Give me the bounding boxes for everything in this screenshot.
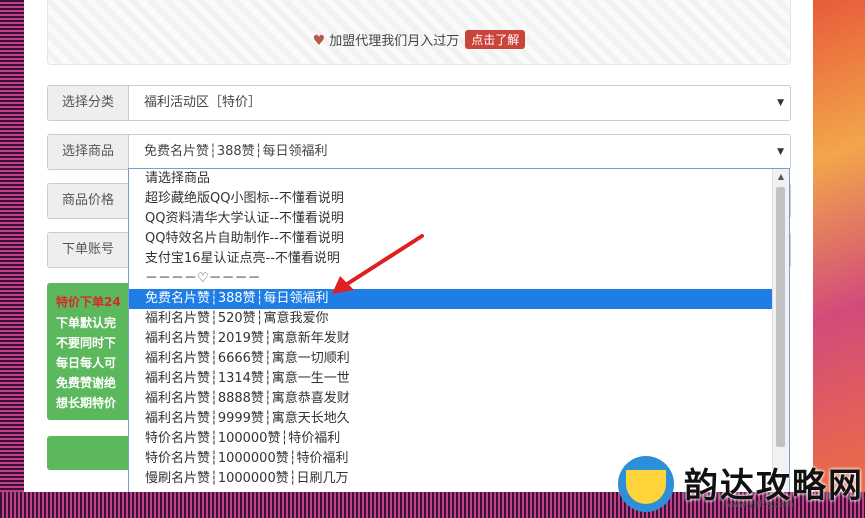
category-select[interactable]: 选择分类 福利活动区［特价］ ▼ — [47, 85, 791, 121]
heart-icon: ♥ — [312, 33, 326, 49]
banner-text: 加盟代理我们月入过万 — [329, 34, 460, 49]
scroll-up-icon[interactable]: ▲ — [773, 172, 789, 181]
dropdown-separator: －－－－♡－－－－ — [145, 271, 261, 286]
dropdown-option[interactable]: 特价名片赞┆100000赞┆特价福利 — [129, 429, 773, 449]
notice-line: 下单默认完 — [56, 316, 117, 330]
dropdown-option[interactable]: QQ资料清华大学认证--不懂看说明 — [129, 209, 773, 229]
dropdown-option[interactable]: 福利名片赞┆2019赞┆寓意新年发财 — [129, 329, 773, 349]
account-label: 下单账号 — [48, 233, 129, 267]
price-label: 商品价格 — [48, 184, 129, 218]
notice-line: 不要同时下 — [56, 336, 117, 350]
dropdown-option[interactable]: QQ特效名片自助制作--不懂看说明 — [129, 229, 773, 249]
product-select[interactable]: 选择商品 免费名片赞┆388赞┆每日领福利 ▼ — [47, 134, 791, 170]
notice-box: 特价下单24 下单默认完 不要同时下 每日每人可 免费赞谢绝 想长期特价 — [47, 283, 129, 420]
dropdown-scrollbar[interactable]: ▲ — [772, 169, 789, 493]
watermark-url: www.ydfcy.com — [724, 500, 794, 510]
dropdown-option[interactable]: 福利名片赞┆1314赞┆寓意一生一世 — [129, 369, 773, 389]
dropdown-option[interactable]: 支付宝16星认证点亮--不懂看说明 — [129, 249, 773, 269]
red-arrow-annotation — [332, 234, 424, 294]
category-value: 福利活动区［特价］ — [144, 95, 262, 110]
dropdown-option-selected[interactable]: 免费名片赞┆388赞┆每日领福利 — [129, 289, 773, 309]
notice-line: 每日每人可 — [56, 356, 117, 370]
logo-icon — [618, 456, 674, 512]
category-label: 选择分类 — [48, 86, 129, 120]
learn-more-button[interactable]: 点击了解 — [465, 30, 526, 49]
watermark-logo: 韵达攻略网 www.ydfcy.com — [612, 452, 862, 514]
chevron-down-icon: ▼ — [777, 98, 784, 108]
promo-banner: ♥ 加盟代理我们月入过万 点击了解 — [47, 0, 791, 65]
product-label: 选择商品 — [48, 135, 129, 169]
product-dropdown-list: 请选择商品 超珍藏绝版QQ小图标--不懂看说明 QQ资料清华大学认证--不懂看说… — [128, 168, 790, 494]
scrollbar-thumb[interactable] — [776, 187, 785, 447]
submit-button[interactable] — [47, 436, 129, 470]
notice-line: 免费赞谢绝 — [56, 376, 117, 390]
dropdown-option[interactable]: 福利名片赞┆9999赞┆寓意天长地久 — [129, 409, 773, 429]
chevron-down-icon: ▼ — [777, 147, 784, 157]
dropdown-option[interactable]: 超珍藏绝版QQ小图标--不懂看说明 — [129, 189, 773, 209]
dropdown-option[interactable]: 福利名片赞┆520赞┆寓意我爱你 — [129, 309, 773, 329]
notice-line: 特价下单24 — [56, 295, 121, 309]
right-decor-border — [813, 0, 865, 518]
dropdown-option[interactable]: 福利名片赞┆6666赞┆寓意一切顺利 — [129, 349, 773, 369]
dropdown-option[interactable]: 请选择商品 — [129, 169, 773, 189]
notice-line: 想长期特价 — [56, 396, 117, 410]
product-value: 免费名片赞┆388赞┆每日领福利 — [144, 144, 328, 159]
dropdown-option[interactable]: 福利名片赞┆8888赞┆寓意恭喜发财 — [129, 389, 773, 409]
